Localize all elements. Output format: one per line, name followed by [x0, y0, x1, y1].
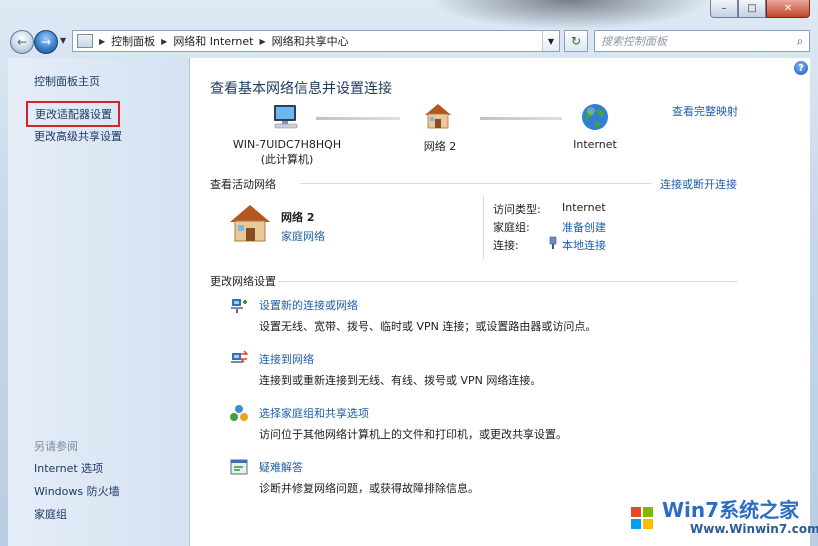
sidebar: 控制面板主页 更改适配器设置 更改高级共享设置 另请参阅 Internet 选项… — [8, 58, 190, 546]
watermark-url: Www.Winwin7.com — [690, 522, 818, 536]
chevron-right-icon[interactable]: ▶ — [260, 37, 266, 46]
connect-to-network-link[interactable]: 连接到网络 — [259, 351, 314, 367]
maximize-button[interactable]: □ — [738, 0, 766, 18]
access-type-label: 访问类型: — [493, 203, 541, 216]
connection-line — [480, 117, 562, 120]
setup-new-connection-link[interactable]: 设置新的连接或网络 — [259, 297, 358, 313]
sidebar-item-windows-firewall[interactable]: Windows 防火墙 — [34, 483, 120, 499]
troubleshoot-link[interactable]: 疑难解答 — [259, 459, 303, 475]
breadcrumb-network-internet[interactable]: 网络和 Internet — [173, 33, 253, 49]
navigation-bar: ← → ▼ ▶ 控制面板 ▶ 网络和 Internet ▶ 网络和共享中心 ▼ … — [8, 30, 810, 54]
internet-globe-icon[interactable] — [580, 102, 610, 132]
watermark: Win7系统之家 Www.Winwin7.com — [620, 492, 818, 546]
homegroup-sharing-link[interactable]: 选择家庭组和共享选项 — [259, 405, 369, 421]
computer-name: WIN-7UIDC7H8HQH — [232, 138, 342, 151]
refresh-icon: ↻ — [570, 34, 582, 48]
page-title: 查看基本网络信息并设置连接 — [210, 81, 392, 97]
vertical-divider — [483, 195, 484, 259]
view-full-map-link[interactable]: 查看完整映射 — [672, 103, 738, 119]
network-type-link[interactable]: 家庭网络 — [281, 228, 325, 244]
divider — [300, 183, 652, 184]
active-networks-heading: 查看活动网络 — [210, 178, 276, 191]
refresh-button[interactable]: ↻ — [564, 30, 588, 52]
homegroup-link[interactable]: 准备创建 — [562, 219, 606, 235]
network-map-network-name: 网络 2 — [423, 140, 457, 153]
breadcrumb-control-panel[interactable]: 控制面板 — [111, 33, 155, 49]
divider — [278, 281, 738, 282]
computer-note: (此计算机) — [260, 153, 314, 166]
desktop-background-shadow — [430, 0, 710, 30]
back-button[interactable]: ← — [10, 30, 34, 54]
see-also-heading: 另请参阅 — [34, 440, 78, 453]
control-panel-icon — [77, 34, 93, 48]
internet-label: Internet — [573, 138, 617, 151]
forward-arrow-icon: → — [40, 35, 52, 49]
active-network-house-icon — [228, 203, 272, 243]
homegroup-label: 家庭组: — [493, 221, 530, 234]
sidebar-item-homegroup[interactable]: 家庭组 — [34, 506, 67, 522]
connect-disconnect-link[interactable]: 连接或断开连接 — [660, 176, 737, 192]
setup-new-connection-desc: 设置无线、宽带、拨号、临时或 VPN 连接；或设置路由器或访问点。 — [259, 320, 597, 333]
sidebar-item-change-adapter-settings[interactable]: 更改适配器设置 — [26, 101, 120, 127]
minimize-button[interactable]: – — [710, 0, 738, 18]
connect-to-network-icon — [230, 350, 249, 368]
window-caption-buttons: – □ ✕ — [710, 0, 810, 18]
watermark-brand: Win7系统之家 — [662, 498, 800, 522]
address-dropdown-button[interactable]: ▼ — [542, 31, 559, 51]
search-box[interactable]: 搜索控制面板 ⌕ — [594, 30, 810, 52]
new-connection-icon — [230, 296, 248, 314]
search-input[interactable]: 搜索控制面板 — [595, 33, 791, 49]
troubleshoot-icon — [230, 458, 248, 476]
breadcrumb-network-sharing-center[interactable]: 网络和共享中心 — [272, 33, 349, 49]
connection-line — [316, 117, 400, 120]
address-bar[interactable]: ▶ 控制面板 ▶ 网络和 Internet ▶ 网络和共享中心 ▼ — [72, 30, 560, 52]
chevron-down-icon: ▼ — [547, 36, 555, 46]
active-network-name: 网络 2 — [281, 211, 315, 224]
connect-to-network-desc: 连接到或重新连接到无线、有线、拨号或 VPN 网络连接。 — [259, 374, 542, 387]
search-icon[interactable]: ⌕ — [791, 34, 809, 49]
computer-label: WIN-7UIDC7H8HQH (此计算机) — [220, 138, 354, 167]
chevron-right-icon[interactable]: ▶ — [161, 37, 167, 46]
local-connection-link[interactable]: 本地连接 — [562, 237, 606, 253]
access-type-value: Internet — [562, 201, 606, 214]
close-button[interactable]: ✕ — [766, 0, 810, 18]
change-settings-heading: 更改网络设置 — [210, 275, 276, 288]
home-network-icon[interactable] — [423, 102, 453, 130]
ethernet-icon — [548, 236, 558, 250]
windows-logo-icon — [622, 498, 662, 538]
help-icon[interactable]: ? — [794, 61, 808, 75]
main-content: ? 查看基本网络信息并设置连接 查看完整映射 WIN-7UIDC7H8HQH (… — [190, 58, 810, 546]
forward-button[interactable]: → — [34, 30, 58, 54]
sidebar-item-change-advanced-sharing[interactable]: 更改高级共享设置 — [34, 128, 122, 144]
sidebar-item-control-panel-home[interactable]: 控制面板主页 — [34, 73, 100, 89]
computer-icon[interactable] — [270, 103, 300, 131]
homegroup-sharing-icon — [230, 404, 248, 422]
back-arrow-icon: ← — [16, 35, 28, 49]
chevron-right-icon[interactable]: ▶ — [99, 37, 105, 46]
homegroup-sharing-desc: 访问位于其他网络计算机上的文件和打印机，或更改共享设置。 — [259, 428, 567, 441]
troubleshoot-desc: 诊断并修复网络问题，或获得故障排除信息。 — [259, 482, 479, 495]
connections-label: 连接: — [493, 239, 519, 252]
sidebar-item-internet-options[interactable]: Internet 选项 — [34, 460, 103, 476]
recent-pages-dropdown[interactable]: ▼ — [60, 36, 66, 45]
